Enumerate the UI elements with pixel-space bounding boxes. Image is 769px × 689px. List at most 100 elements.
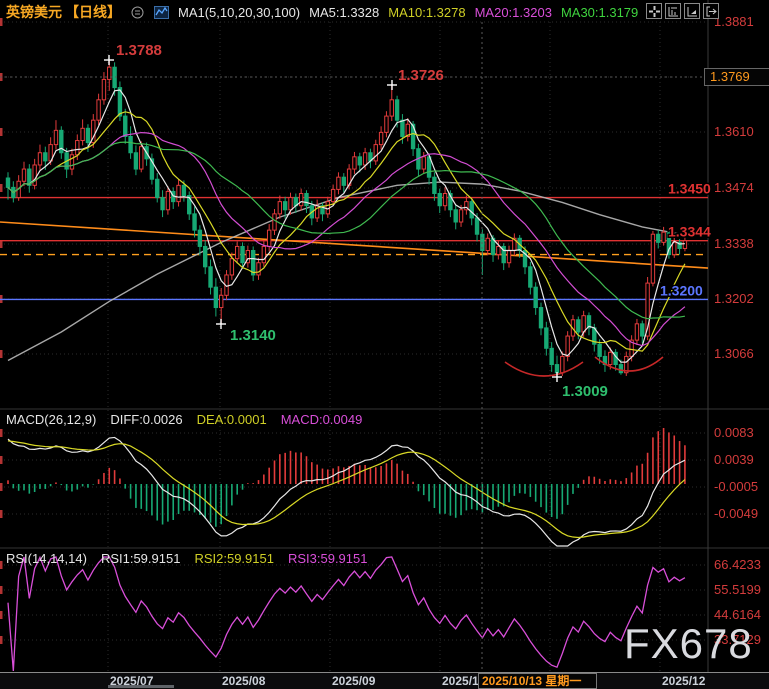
candle-body	[385, 116, 388, 132]
extreme-price-annotation: 1.3788	[116, 42, 162, 59]
right-axis-label: 1.3066	[714, 346, 754, 361]
candle-body	[230, 259, 233, 275]
candle-body	[422, 157, 425, 169]
candle-body	[657, 234, 660, 242]
circle-lines-icon[interactable]	[130, 5, 145, 20]
chart-canvas[interactable]: 1.37881.37261.31401.30091.34501.33441.32…	[0, 0, 769, 689]
candle-body	[86, 128, 89, 142]
expand-right-icon[interactable]	[703, 3, 719, 19]
candle-body	[44, 153, 47, 161]
macd-diff-line	[8, 437, 685, 546]
x-axis-label: 2025/09	[332, 674, 375, 688]
right-axis-label: 1.3610	[714, 124, 754, 139]
right-axis-label: 1.3202	[714, 291, 754, 306]
candle-body	[97, 100, 100, 120]
candle-body	[673, 242, 676, 254]
candle-body	[166, 191, 169, 209]
right-axis-label: 0.0083	[714, 425, 754, 440]
candle-body	[278, 202, 281, 214]
candle-body	[582, 316, 585, 332]
macd-macd-value: MACD:0.0049	[281, 412, 363, 427]
rsi-header: RSI(14,14,14) RSI1:59.9151 RSI2:59.9151 …	[6, 551, 367, 566]
candle-body	[486, 238, 489, 250]
candle-body	[76, 141, 79, 155]
macd-dea-line	[8, 441, 685, 538]
candle-body	[38, 153, 41, 165]
period-label[interactable]: 【日线】	[65, 2, 121, 22]
macd-dea-value: DEA:0.0001	[197, 412, 267, 427]
candle-body	[566, 336, 569, 356]
candle-body	[395, 100, 398, 120]
candle-body	[390, 100, 393, 116]
panel-bars-icon[interactable]	[665, 3, 681, 19]
candle-body	[641, 324, 644, 336]
rsi1-value: RSI1:59.9151	[101, 551, 181, 566]
candle-body	[433, 177, 436, 193]
candle-body	[683, 241, 686, 249]
candle-body	[470, 202, 473, 218]
ma10-value: MA10:1.3278	[388, 5, 465, 20]
rsi-title: RSI(14,14,14)	[6, 551, 87, 566]
macd-diff-value: DIFF:0.0026	[110, 412, 182, 427]
double-bottom-arc	[505, 362, 583, 376]
candle-body	[534, 287, 537, 307]
candle-body	[257, 263, 260, 275]
candle-body	[577, 320, 580, 332]
candle-body	[108, 67, 111, 79]
move-crosshair-icon[interactable]	[646, 3, 662, 19]
candle-body	[662, 232, 665, 242]
candle-body	[619, 365, 622, 373]
left-axis-fragment	[0, 586, 3, 594]
candle-body	[598, 344, 601, 356]
candle-body	[374, 145, 377, 161]
symbol-title[interactable]: 英镑美元	[6, 2, 62, 22]
right-axis-label: -0.0049	[714, 506, 758, 521]
candle-body	[193, 214, 196, 230]
candle-body	[363, 153, 366, 165]
candle-body	[609, 352, 612, 364]
candle-body	[124, 116, 127, 136]
rsi-line	[8, 557, 685, 671]
candle-body	[182, 185, 185, 195]
candle-body	[129, 136, 132, 152]
candle-body	[156, 179, 159, 197]
candle-body	[289, 198, 292, 210]
candle-body	[161, 198, 164, 210]
left-axis-fragment	[0, 611, 3, 619]
level-price-label: 1.3200	[660, 282, 703, 298]
candle-body	[209, 267, 212, 287]
candle-body	[6, 178, 9, 187]
candle-body	[539, 308, 542, 328]
extreme-price-annotation: 1.3009	[562, 383, 608, 400]
candle-body	[342, 177, 345, 185]
chart-window: 1.37881.37261.31401.30091.34501.33441.32…	[0, 0, 769, 689]
crosshair-price-tooltip: 1.3769	[704, 68, 769, 86]
left-axis-fragment	[0, 483, 3, 491]
candle-body	[555, 365, 558, 373]
candle-body	[283, 202, 286, 210]
candle-body	[262, 246, 265, 262]
candle-body	[545, 328, 548, 348]
scrollbar-thumb[interactable]	[108, 685, 174, 688]
candle-body	[134, 153, 137, 169]
left-axis-fragment	[0, 184, 3, 192]
candle-body	[54, 130, 57, 144]
candle-body	[102, 79, 105, 99]
panel-line-icon[interactable]	[684, 3, 700, 19]
left-axis-fragment	[0, 128, 3, 136]
candle-body	[459, 210, 462, 222]
candle-body	[70, 155, 73, 169]
candle-body	[241, 246, 244, 262]
x-axis-label: 2025/12	[662, 674, 705, 688]
candle-body	[331, 189, 334, 201]
candle-body	[358, 157, 361, 165]
candle-body	[443, 193, 446, 205]
left-axis-fragment	[0, 18, 3, 26]
candle-body	[305, 193, 308, 205]
left-axis-fragment	[0, 561, 3, 569]
candle-body	[438, 193, 441, 205]
mini-chart-icon[interactable]	[154, 6, 169, 19]
x-axis-label: 2025/08	[222, 674, 265, 688]
left-axis-fragment	[0, 429, 3, 437]
candle-body	[177, 185, 180, 201]
